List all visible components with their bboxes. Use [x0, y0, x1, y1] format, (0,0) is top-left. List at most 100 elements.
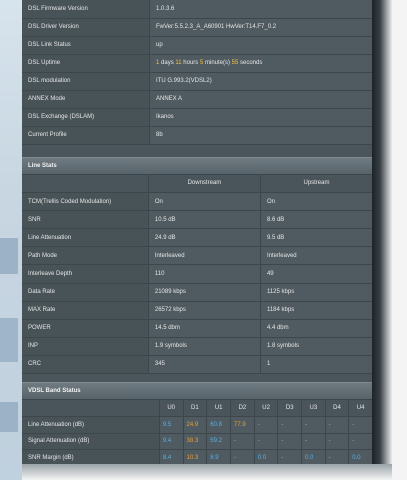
uptime-minutes: 5: [199, 60, 204, 66]
row-label: DSL modulation: [22, 72, 150, 91]
row-label: DSL Firmware Version: [22, 0, 150, 19]
band-value: -: [253, 416, 278, 434]
row-label: Data Rate: [22, 283, 149, 302]
downstream-value: 21089 kbps: [147, 283, 261, 302]
uptime-minutes-unit: minute(s): [204, 60, 230, 66]
table-row: DSL Link Status up: [22, 36, 372, 55]
uptime-days: 1: [156, 60, 160, 66]
table-row: SNR 10.5 dB 8.6 dB: [22, 210, 372, 230]
row-label: Path Mode: [22, 246, 149, 266]
band-value: -: [277, 433, 302, 451]
column-header-upstream: Upstream: [259, 174, 372, 194]
panel-shadow: [22, 464, 392, 480]
row-label: Line Attenuation: [22, 228, 149, 248]
uptime-value: 1 days 11 hours 5 minute(s) 55 seconds: [149, 54, 372, 73]
downstream-value: 110: [147, 264, 261, 284]
row-label: CRC: [22, 355, 149, 375]
header-empty: [22, 174, 149, 194]
downstream-value: 24.9 dB: [147, 228, 261, 248]
table-row: POWER 14.5 dbm 4.4 dbm: [22, 319, 372, 338]
row-value: 1.0.3.6: [149, 0, 372, 19]
band-value: -: [301, 416, 326, 434]
upstream-value: 49: [259, 264, 372, 284]
band-header: U1: [206, 400, 231, 418]
header-empty: [22, 400, 160, 418]
row-label: MAX Rate: [22, 301, 149, 320]
row-label: Interleave Depth: [22, 264, 149, 284]
line-stats-table: Downstream Upstream TCM(Trellis Coded Mo…: [22, 174, 372, 375]
band-value: 77.9: [230, 416, 255, 434]
upstream-value: 1: [259, 355, 372, 375]
upstream-value: 9.5 dB: [259, 228, 372, 248]
band-header: U2: [253, 400, 278, 418]
downstream-value: 1.9 symbols: [147, 337, 261, 356]
downstream-value: 345: [147, 355, 261, 375]
table-row: CRC 345 1: [22, 355, 372, 375]
table-row: Data Rate 21089 kbps 1125 kbps: [22, 283, 372, 302]
row-label: DSL Link Status: [22, 36, 150, 55]
table-header-row: Downstream Upstream: [22, 174, 372, 194]
band-value: 38.3: [182, 433, 207, 451]
table-row: DSL Firmware Version 1.0.3.6: [22, 0, 372, 19]
table-row: DSL modulation ITU G.993.2(VDSL2): [22, 72, 372, 91]
background-block: [0, 402, 18, 432]
row-label: Line Attenuation (dB): [22, 416, 160, 434]
row-value: up: [149, 36, 372, 55]
background-strip: [0, 0, 22, 480]
upstream-value: 1184 kbps: [259, 301, 372, 320]
row-label: INP: [22, 337, 149, 356]
table-row: INP 1.9 symbols 1.8 symbols: [22, 337, 372, 356]
band-header: D1: [182, 400, 207, 418]
band-value: -: [277, 416, 302, 434]
column-header-downstream: Downstream: [147, 174, 261, 194]
table-row: Signal Attenuation (dB) 9.4 38.3 59.2 - …: [22, 433, 372, 451]
band-header: U3: [301, 400, 326, 418]
upstream-value: 8.6 dB: [259, 210, 372, 230]
table-row: Path Mode Interleaved Interleaved: [22, 246, 372, 266]
table-row: ANNEX Mode ANNEX A: [22, 90, 372, 109]
dsl-info-table: DSL Firmware Version 1.0.3.6 DSL Driver …: [22, 0, 372, 145]
uptime-seconds-unit: seconds: [240, 60, 263, 66]
table-row: Interleave Depth 110 49: [22, 264, 372, 284]
uptime-hours-unit: hours: [183, 60, 199, 66]
band-header: U4: [348, 400, 372, 418]
uptime-seconds: 55: [231, 60, 239, 66]
vdsl-band-status-header: VDSL Band Status: [22, 382, 372, 401]
band-value: 9.4: [158, 433, 183, 451]
band-header: U0: [158, 400, 183, 418]
band-header: D4: [324, 400, 349, 418]
band-value: 60.8: [206, 416, 231, 434]
table-row: Line Attenuation (dB) 9.5 24.9 60.8 77.9…: [22, 416, 372, 434]
row-value: Ikanos: [149, 108, 372, 127]
band-value: 59.2: [206, 433, 231, 451]
downstream-value: 10.5 dB: [147, 210, 261, 230]
row-label: TCM(Trellis Coded Modulation): [22, 192, 149, 212]
table-row: DSL Exchange (DSLAM) Ikanos: [22, 108, 372, 127]
row-label: SNR: [22, 210, 149, 230]
table-row: TCM(Trellis Coded Modulation) On On: [22, 192, 372, 212]
row-label: Current Profile: [22, 126, 150, 145]
downstream-value: 14.5 dbm: [147, 319, 261, 338]
downstream-value: 26572 kbps: [147, 301, 261, 320]
dsl-log-panel: DSL Firmware Version 1.0.3.6 DSL Driver …: [22, 0, 372, 470]
band-value: -: [253, 433, 278, 451]
band-value: -: [348, 416, 372, 434]
background-block: [0, 238, 18, 274]
band-value: -: [348, 433, 372, 451]
table-row: MAX Rate 26572 kbps 1184 kbps: [22, 301, 372, 320]
band-value: -: [324, 416, 349, 434]
band-value: -: [301, 433, 326, 451]
uptime-days-unit: days: [161, 60, 174, 66]
row-label: DSL Driver Version: [22, 18, 150, 37]
upstream-value: Interleaved: [259, 246, 372, 266]
upstream-value: On: [259, 192, 372, 212]
upstream-value: 1.8 symbols: [259, 337, 372, 356]
line-stats-header: Line Stats: [22, 156, 372, 175]
panel-shadow: [372, 0, 392, 470]
row-label: DSL Exchange (DSLAM): [22, 108, 150, 127]
upstream-value: 4.4 dbm: [259, 319, 372, 338]
table-header-row: U0 D1 U1 D2 U2 D3 U3 D4 U4: [22, 400, 372, 418]
vdsl-band-table: U0 D1 U1 D2 U2 D3 U3 D4 U4 Line Attenuat…: [22, 400, 372, 467]
downstream-value: On: [147, 192, 261, 212]
